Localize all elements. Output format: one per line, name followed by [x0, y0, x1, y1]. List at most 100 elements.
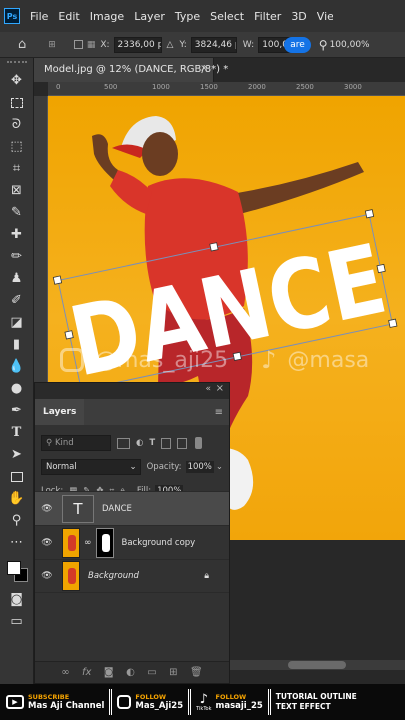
collapse-panel-icon[interactable]: «	[205, 384, 211, 394]
y-label: Y:	[179, 39, 187, 50]
foreground-color-swatch[interactable]	[6, 561, 21, 575]
reference-point-grid-icon[interactable]: ▦	[87, 40, 96, 50]
visibility-eye-icon[interactable]: 👁︎	[40, 504, 54, 514]
layer-name[interactable]: Background	[88, 571, 139, 581]
new-group-icon[interactable]: ▭	[147, 667, 156, 678]
layer-name[interactable]: DANCE	[102, 504, 132, 514]
delete-layer-icon[interactable]: 🗑︎	[190, 667, 203, 678]
search-icon[interactable]: ⚲	[319, 38, 328, 52]
menu-edit[interactable]: Edit	[58, 10, 79, 23]
pen-tool-icon[interactable]: ✒	[6, 400, 28, 421]
filter-adjustment-icon[interactable]: ◐	[136, 438, 143, 448]
opacity-chevron-icon[interactable]: ⌄	[216, 462, 223, 472]
layer-row-dance[interactable]: 👁︎ T DANCE	[35, 491, 229, 525]
menu-view[interactable]: View	[317, 10, 333, 23]
filter-pixel-icon[interactable]	[117, 437, 130, 449]
filter-smart-object-icon[interactable]	[177, 437, 188, 449]
healing-brush-tool-icon[interactable]: ✚	[6, 224, 28, 245]
mask-link-icon[interactable]: ∞	[84, 538, 92, 548]
ruler-mark: 3000	[344, 83, 362, 91]
add-mask-icon[interactable]: ◙	[104, 667, 114, 678]
new-layer-icon[interactable]: ⊞	[169, 667, 177, 678]
share-button[interactable]: are	[284, 36, 311, 53]
path-selection-tool-icon[interactable]: ➤	[6, 444, 28, 465]
type-tool-icon[interactable]: T	[6, 422, 28, 443]
scrollbar-thumb[interactable]	[288, 661, 346, 669]
menu-filter[interactable]: Filter	[254, 10, 281, 23]
eyedropper-tool-icon[interactable]: ✎	[6, 202, 28, 223]
visibility-eye-icon[interactable]: 👁︎	[40, 538, 54, 548]
watermark-right-text: @masa	[287, 347, 370, 373]
document-tab[interactable]: Model.jpg @ 12% (DANCE, RGB/8*) *	[34, 58, 228, 82]
horizontal-scrollbar[interactable]	[230, 660, 405, 670]
layer-thumbnail	[62, 527, 80, 558]
relative-position-icon[interactable]: △	[167, 40, 174, 50]
marquee-tool-icon[interactable]	[6, 92, 28, 113]
panel-menu-icon[interactable]: ≡	[215, 407, 223, 418]
layer-row-background[interactable]: 👁︎ Background 🔒︎	[35, 559, 229, 593]
promo-banner: ▶ SUBSCRIBE Mas Aji Channel FOLLOW Mas_A…	[0, 684, 405, 720]
screen-mode-icon[interactable]: ▭	[6, 611, 28, 632]
tutorial-title-line1: TUTORIAL OUTLINE	[275, 692, 357, 701]
visibility-eye-icon[interactable]: 👁︎	[40, 571, 54, 581]
frame-tool-icon[interactable]: ⊠	[6, 180, 28, 201]
lasso-tool-icon[interactable]: ᘐ	[6, 114, 28, 135]
blur-tool-icon[interactable]: 💧	[6, 356, 28, 377]
filter-type-icon[interactable]: T	[149, 438, 155, 448]
menu-layer[interactable]: Layer	[134, 10, 165, 23]
opacity-value[interactable]: 100%	[185, 461, 214, 473]
layers-footer: ∞ fx ◙ ◐ ▭ ⊞ 🗑︎	[35, 661, 229, 683]
move-tool-icon[interactable]: ✥	[6, 70, 28, 91]
object-selection-tool-icon[interactable]: ⬚	[6, 136, 28, 157]
gradient-tool-icon[interactable]: ▮	[6, 334, 28, 355]
transform-handle	[209, 242, 219, 252]
tab-layers[interactable]: Layers	[35, 399, 85, 425]
tt-handle: masaji_25	[215, 701, 263, 711]
blend-mode-select[interactable]: Normal ⌄	[41, 459, 141, 475]
transform-handle	[52, 275, 63, 285]
adjustment-layer-icon[interactable]: ◐	[126, 667, 135, 678]
more-tools-icon[interactable]: ⋯	[6, 532, 28, 553]
hand-tool-icon[interactable]: ✋	[6, 488, 28, 509]
brush-tool-icon[interactable]: ✏	[6, 246, 28, 267]
reference-point-checkbox-icon[interactable]	[73, 40, 83, 49]
dodge-tool-icon[interactable]: ●	[6, 378, 28, 399]
menu-image[interactable]: Image	[90, 10, 124, 23]
filter-shape-icon[interactable]	[161, 437, 172, 449]
layer-name[interactable]: Background copy	[122, 538, 196, 548]
left-hand	[92, 134, 118, 180]
youtube-text: SUBSCRIBE Mas Aji Channel	[28, 693, 104, 711]
layer-row-background-copy[interactable]: 👁︎ ∞ Background copy	[35, 525, 229, 559]
watermark-left-text: @mas_aji25	[95, 347, 229, 373]
transform-reference-icon[interactable]: ⊞	[48, 40, 56, 50]
menu-select[interactable]: Select	[210, 10, 244, 23]
menu-3d[interactable]: 3D	[291, 10, 306, 23]
quick-mask-icon[interactable]: ◙	[6, 589, 28, 610]
color-swatches[interactable]	[5, 559, 29, 583]
zoom-field[interactable]: 100,00%	[330, 40, 370, 50]
layer-lock-icon: 🔒︎	[204, 571, 209, 581]
history-brush-tool-icon[interactable]: ✐	[6, 290, 28, 311]
layer-mask-thumbnail[interactable]	[95, 527, 114, 558]
tt-follow-label: FOLLOW	[215, 693, 247, 701]
document-tab-close-icon[interactable]: ×	[200, 63, 208, 74]
transform-handle	[364, 209, 375, 219]
menu-type[interactable]: Type	[175, 10, 200, 23]
rectangle-tool-icon[interactable]	[6, 466, 28, 487]
y-position-field[interactable]: 3824,46 p	[190, 36, 237, 53]
eraser-tool-icon[interactable]: ◪	[6, 312, 28, 333]
zoom-tool-icon[interactable]: ⚲	[6, 510, 28, 531]
divider	[267, 689, 271, 715]
crop-tool-icon[interactable]: ⌗	[6, 158, 28, 179]
clone-stamp-tool-icon[interactable]: ♟	[6, 268, 28, 289]
x-position-field[interactable]: 2336,00 p	[113, 36, 162, 53]
menu-file[interactable]: File	[30, 10, 48, 23]
ig-handle: Mas_Aji25	[135, 701, 184, 711]
divider	[109, 689, 113, 715]
layer-filter-kind[interactable]: ⚲ Kind	[41, 435, 111, 451]
close-panel-icon[interactable]: ×	[216, 383, 224, 394]
home-icon[interactable]: ⌂	[18, 37, 26, 52]
link-layers-icon[interactable]: ∞	[61, 667, 69, 678]
layer-style-icon[interactable]: fx	[82, 667, 91, 678]
filter-toggle-icon[interactable]	[195, 437, 203, 449]
